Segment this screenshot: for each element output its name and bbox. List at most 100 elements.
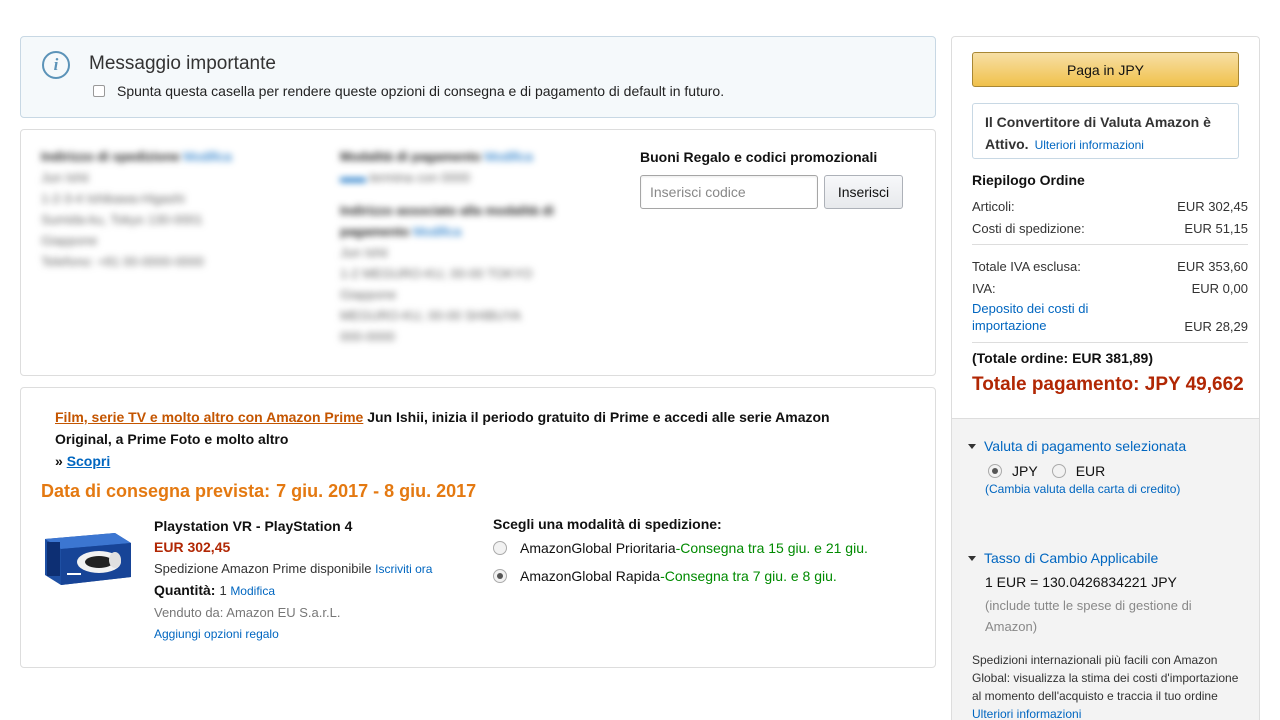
gift-code-input[interactable]: [640, 175, 818, 209]
currency-jpy-label[interactable]: JPY: [1012, 463, 1038, 479]
amazon-global-info: Spedizioni internazionali più facili con…: [972, 651, 1242, 720]
payment-method-title: Modalità di pagamento: [340, 149, 481, 164]
shipping-option-name[interactable]: AmazonGlobal Prioritaria: [520, 540, 676, 556]
exchange-rate-note: (include tutte le spese di gestione di A…: [985, 598, 1192, 634]
order-summary: Riepilogo Ordine Articoli: EUR 302,45 Cos…: [972, 172, 1248, 396]
payment-card: termina con 0000: [369, 170, 471, 185]
shipping-row: Costi di spedizione: EUR 51,15: [972, 214, 1248, 236]
currency-converter-box: Il Convertitore di Valuta Amazon è Attiv…: [972, 103, 1239, 159]
quantity-label: Quantità:: [154, 582, 216, 598]
payment-edit-link[interactable]: Modifica: [484, 149, 532, 164]
prime-shipping-text: Spedizione Amazon Prime disponibile: [154, 561, 372, 576]
payment-total: Totale pagamento: JPY 49,662: [972, 374, 1244, 395]
currency-options: JPY EUR: [988, 463, 1186, 479]
order-summary-sidebar: Paga in JPY Il Convertitore di Valuta Am…: [951, 36, 1260, 720]
shipping-option-priority[interactable]: AmazonGlobal Prioritaria - Consegna tra …: [493, 538, 868, 558]
shipping-line: Telefono: +81 00-0000-0000: [41, 254, 204, 269]
currency-eur-radio[interactable]: [1051, 464, 1066, 478]
product-info: Playstation VR - PlayStation 4 EUR 302,4…: [154, 516, 432, 645]
caret-down-icon: [968, 443, 976, 449]
items-row: Articoli: EUR 302,45: [972, 192, 1248, 214]
billing-line: MEGURO-KU, 00-00 SHIBUYA: [340, 308, 522, 323]
prime-promo-link[interactable]: Film, serie TV e molto altro con Amazon …: [55, 409, 363, 425]
seller-info: Venduto da: Amazon EU S.a.r.L.: [154, 605, 341, 620]
global-info-link[interactable]: Ulteriori informazioni: [972, 707, 1081, 720]
total-excl-label: Totale IVA esclusa:: [972, 259, 1081, 274]
shipping-line: Sumida-ku, Tokyo 130-0001: [41, 212, 203, 227]
order-summary-top: Paga in JPY Il Convertitore di Valuta Am…: [952, 37, 1259, 419]
shipping-address-title: Indirizzo di spedizione: [41, 149, 180, 164]
total-excl-value: EUR 353,60: [1177, 259, 1248, 274]
vat-label: IVA:: [972, 281, 996, 296]
billing-line: Giappone: [340, 287, 397, 302]
currency-section-toggle[interactable]: Valuta di pagamento selezionata: [968, 438, 1186, 454]
exchange-rate-toggle[interactable]: Tasso di Cambio Applicabile: [968, 550, 1225, 566]
shipping-option-delivery: Consegna tra 15 giu. e 21 giu.: [680, 540, 868, 556]
default-options-label[interactable]: Spunta questa casella per rendere queste…: [117, 83, 724, 99]
subscribe-prime-link[interactable]: Iscriviti ora: [375, 562, 432, 576]
shipping-options-title: Scegli una modalità di spedizione:: [493, 516, 722, 532]
currency-section: Valuta di pagamento selezionata JPY EUR …: [968, 438, 1186, 496]
shipping-edit-link[interactable]: Modifica: [183, 149, 231, 164]
shipping-line: Jun Ishii: [41, 170, 89, 185]
summary-divider: [972, 342, 1248, 343]
summary-divider: [972, 244, 1248, 245]
gift-code-title: Buoni Regalo e codici promozionali: [640, 149, 878, 165]
card-icon: ▬▬: [340, 170, 366, 185]
currency-jpy-radio[interactable]: [988, 464, 1002, 478]
billing-line: 1-2 MEGURO-KU, 00-00 TOKYO: [340, 266, 533, 281]
discover-link[interactable]: Scopri: [67, 453, 111, 469]
summary-title: Riepilogo Ordine: [972, 172, 1085, 188]
address-payment-box: Indirizzo di spedizione Modifica Jun Ish…: [20, 129, 936, 376]
shipping-priority-radio[interactable]: [493, 541, 507, 555]
shipping-line: Giappone: [41, 233, 98, 248]
product-name: Playstation VR - PlayStation 4: [154, 518, 353, 534]
currency-eur-label[interactable]: EUR: [1076, 463, 1106, 479]
order-total: (Totale ordine: EUR 381,89): [972, 350, 1154, 366]
delivery-box: Film, serie TV e molto altro con Amazon …: [20, 387, 936, 668]
items-label: Articoli:: [972, 199, 1015, 214]
shipping-option-express[interactable]: AmazonGlobal Rapida - Consegna tra 7 giu…: [493, 566, 868, 586]
import-deposit-value: EUR 28,29: [1184, 319, 1248, 334]
important-message-box: i Messaggio importante Spunta questa cas…: [20, 36, 936, 118]
info-icon: i: [42, 51, 70, 79]
billing-line: 000-0000: [340, 329, 395, 344]
shipping-option-name[interactable]: AmazonGlobal Rapida: [520, 568, 660, 584]
shipping-address-blurred: Indirizzo di spedizione Modifica Jun Ish…: [41, 146, 291, 272]
import-deposit-link[interactable]: Deposito dei costi di importazione: [972, 300, 1132, 334]
prime-promo: Film, serie TV e molto altro con Amazon …: [55, 406, 885, 472]
delivery-date: Data di consegna prevista: 7 giu. 2017 - …: [41, 481, 476, 502]
billing-edit-link[interactable]: Modifica: [413, 224, 461, 239]
exchange-rate-value: 1 EUR = 130.0426834221 JPY: [985, 574, 1177, 590]
shipping-line: 1-2-3-4 Ishikawa-Higashi: [41, 191, 185, 206]
payment-method-blurred: Modalità di pagamento Modifica ▬▬ termin…: [340, 146, 610, 347]
exchange-rate-title[interactable]: Tasso di Cambio Applicabile: [984, 550, 1158, 566]
billing-line: Jun Ishii: [340, 245, 388, 260]
delivery-date-label: Data di consegna prevista:: [41, 481, 271, 501]
global-info-text: Spedizioni internazionali più facili con…: [972, 653, 1239, 703]
shipping-cost-label: Costi di spedizione:: [972, 221, 1085, 236]
shipping-cost-value: EUR 51,15: [1184, 221, 1248, 236]
exchange-rate-section: Tasso di Cambio Applicabile 1 EUR = 130.…: [968, 550, 1225, 637]
shipping-option-delivery: Consegna tra 7 giu. e 8 giu.: [664, 568, 837, 584]
default-options-row[interactable]: Spunta questa casella per rendere queste…: [93, 83, 724, 99]
apply-code-button[interactable]: Inserisci: [824, 175, 903, 209]
shipping-express-radio[interactable]: [493, 569, 507, 583]
vat-value: EUR 0,00: [1191, 281, 1248, 296]
default-options-checkbox[interactable]: [93, 85, 105, 97]
quantity-value: 1: [219, 583, 227, 598]
arrow-icon: »: [55, 453, 63, 469]
delivery-date-range: 7 giu. 2017 - 8 giu. 2017: [276, 481, 477, 501]
product-price: EUR 302,45: [154, 539, 231, 555]
currency-section-title[interactable]: Valuta di pagamento selezionata: [984, 438, 1186, 454]
import-row: Deposito dei costi di importazione EUR 28…: [972, 296, 1248, 334]
converter-info-link[interactable]: Ulteriori informazioni: [1035, 138, 1144, 152]
caret-down-icon: [968, 555, 976, 561]
vat-row: IVA: EUR 0,00: [972, 274, 1248, 296]
quantity-edit-link[interactable]: Modifica: [230, 584, 275, 598]
change-card-currency-link[interactable]: (Cambia valuta della carta di credito): [985, 482, 1180, 496]
product-image[interactable]: [41, 529, 133, 587]
pay-button[interactable]: Paga in JPY: [972, 52, 1239, 87]
gift-options-link[interactable]: Aggiungi opzioni regalo: [154, 627, 279, 641]
shipping-options: Scegli una modalità di spedizione: Amazo…: [493, 516, 868, 586]
